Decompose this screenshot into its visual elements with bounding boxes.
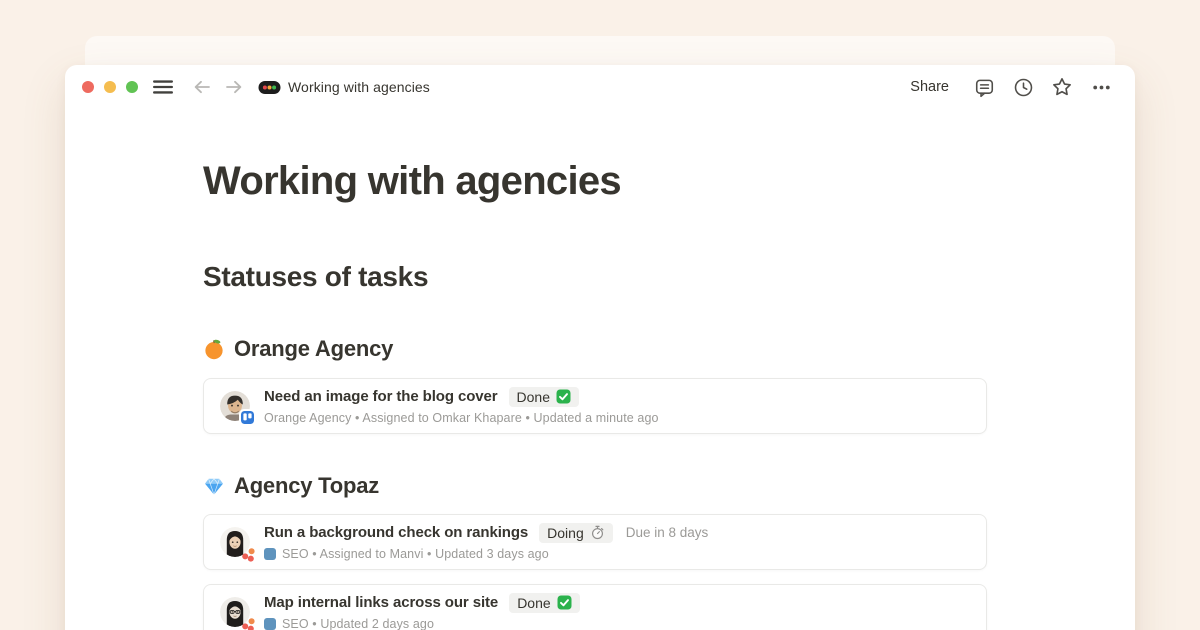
gem-emoji [203,475,225,497]
traffic-light-favicon-icon [258,77,281,98]
forward-arrow-icon [223,77,245,97]
close-button[interactable] [82,81,94,93]
due-date-label: Due in 8 days [626,525,709,540]
back-button[interactable] [191,77,213,97]
group-heading-label: Agency Topaz [234,473,379,499]
more-options-button[interactable] [1088,74,1114,100]
task-title: Map internal links across our site [264,594,498,611]
task-title: Run a background check on rankings [264,524,528,541]
back-arrow-icon [191,77,213,97]
seo-tag-icon [264,618,276,630]
page-content: Working with agencies Statuses of tasks … [65,109,1135,630]
task-card[interactable]: Run a background check on rankings Doing… [203,514,987,570]
page-favicon [258,77,281,98]
menu-icon [153,79,173,95]
more-ellipsis-icon [1091,77,1112,98]
stopwatch-emoji [590,525,605,540]
check-mark-emoji [557,595,572,610]
task-meta-row: SEO • Updated 2 days ago [264,617,580,630]
task-card[interactable]: Map internal links across our site Done … [203,584,987,630]
sidebar-toggle-button[interactable] [153,79,173,95]
favorite-star-icon [1051,76,1073,98]
assignee-avatar [220,527,250,557]
task-meta: SEO • Updated 2 days ago [282,617,434,630]
task-meta-row: Orange Agency • Assigned to Omkar Khapar… [264,411,659,425]
zoom-button[interactable] [126,81,138,93]
group-heading-label: Orange Agency [234,336,393,362]
asana-icon [241,547,256,562]
group-heading-agency-topaz: Agency Topaz [203,473,1052,499]
asana-icon [241,617,256,630]
task-title: Need an image for the blog cover [264,388,498,405]
page-title: Working with agencies [203,158,1052,204]
trello-icon [241,411,254,424]
share-button[interactable]: Share [910,79,949,95]
minimize-button[interactable] [104,81,116,93]
traffic-lights [82,81,138,93]
task-meta-row: SEO • Assigned to Manvi • Updated 3 days… [264,547,708,561]
titlebar: Working with agencies Share [65,65,1135,109]
favorite-button[interactable] [1049,74,1075,100]
task-card[interactable]: Need an image for the blog cover Done Or… [203,378,987,434]
status-label: Done [517,389,550,405]
assignee-avatar [220,391,250,421]
history-clock-icon [1013,77,1034,98]
group-heading-orange-agency: Orange Agency [203,336,1052,362]
seo-tag-icon [264,548,276,560]
section-heading: Statuses of tasks [203,261,1052,293]
app-window: Working with agencies Share [65,65,1135,630]
desktop: Working with agencies Share [0,0,1200,630]
forward-button[interactable] [223,77,245,97]
status-label: Done [517,595,550,611]
comments-icon [974,77,995,98]
check-mark-emoji [556,389,571,404]
status-badge: Done [509,593,579,613]
status-badge: Done [509,387,579,407]
task-meta: Orange Agency • Assigned to Omkar Khapar… [264,411,659,425]
comments-button[interactable] [971,74,997,100]
status-label: Doing [547,525,584,541]
tab-title: Working with agencies [288,79,430,95]
history-button[interactable] [1010,74,1036,100]
tangerine-emoji [203,338,225,360]
status-badge: Doing [539,523,613,543]
assignee-avatar [220,597,250,627]
task-meta: SEO • Assigned to Manvi • Updated 3 days… [282,547,549,561]
